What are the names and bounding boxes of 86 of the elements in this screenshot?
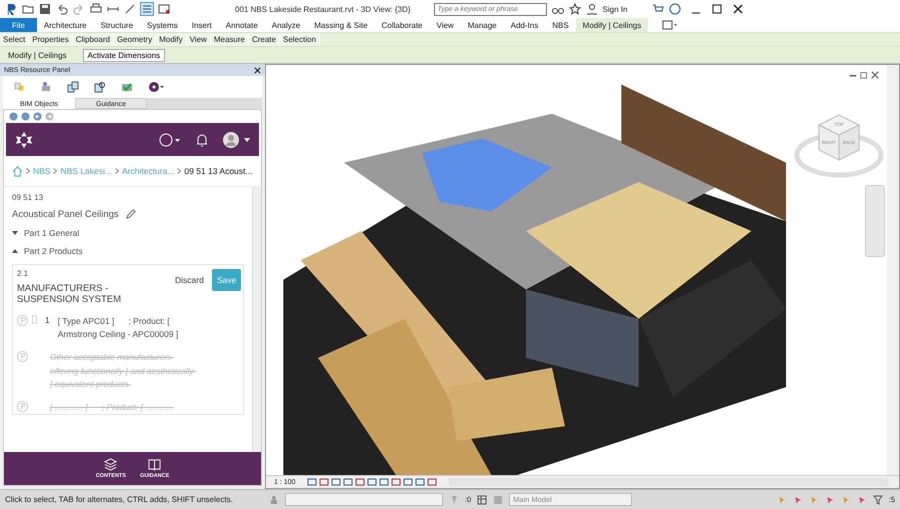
ribbon-tab[interactable]: Collaborate — [374, 18, 430, 32]
view-control-icon[interactable] — [367, 477, 378, 487]
selection-option-icon[interactable] — [856, 494, 867, 504]
magnifier-icon[interactable] — [94, 81, 106, 93]
discard-link[interactable]: Discard — [175, 275, 204, 285]
ribbon-tab[interactable]: Analyze — [264, 18, 308, 32]
objects-icon[interactable] — [40, 81, 52, 93]
open-folder-icon[interactable] — [22, 3, 34, 15]
ribbon-tab[interactable]: Structure — [94, 18, 140, 32]
selection-option-icon[interactable] — [824, 494, 835, 504]
ribbon-panel-label[interactable]: Create — [248, 33, 280, 46]
ribbon-tab[interactable]: Add-Ins — [504, 18, 546, 32]
ribbon-tab[interactable]: NBS — [545, 18, 576, 32]
avatar-icon[interactable] — [223, 132, 253, 148]
ribbon-tab[interactable]: Systems — [140, 18, 185, 32]
activate-dimensions-button[interactable]: Activate Dimensions — [82, 48, 166, 62]
bell-icon[interactable] — [195, 132, 209, 146]
view-control-icon[interactable] — [415, 477, 426, 487]
chevron-icon — [26, 168, 30, 174]
chevron-icon — [53, 168, 58, 174]
copy-icon[interactable] — [67, 81, 79, 93]
view-control-icon[interactable] — [379, 477, 390, 487]
view-control-icon[interactable] — [355, 477, 366, 487]
restore-icon[interactable] — [860, 71, 868, 79]
ribbon-panel-label[interactable]: Select — [0, 33, 30, 46]
caret-icon[interactable] — [12, 231, 18, 235]
pencil-icon[interactable] — [124, 209, 136, 220]
maximize-icon[interactable] — [711, 3, 724, 15]
view-control-icon[interactable] — [319, 477, 330, 487]
sign-in-link[interactable]: Sign In — [602, 4, 628, 14]
clause-text[interactable]: [ Type APC01 ] ; Product: [ Armstrong Ceiling - APC00009 ] — [58, 315, 203, 342]
checkmark-icon[interactable] — [121, 81, 133, 93]
close-icon[interactable] — [254, 66, 261, 74]
star-icon[interactable] — [568, 3, 580, 15]
thin-lines-icon[interactable] — [141, 3, 153, 15]
context-label: Modify | Ceilings — [8, 50, 67, 60]
status-message: Click to select, TAB for alternates, CTRL adds, SHIFT unselects. — [5, 495, 233, 504]
ribbon-panel-label[interactable]: Selection — [280, 33, 320, 46]
ribbon-panel-label[interactable]: Geometry — [114, 33, 156, 46]
ribbon-tab[interactable]: Architecture — [36, 18, 94, 32]
ribbon-panel-label[interactable]: Measure — [210, 33, 249, 46]
selection-option-icon[interactable] — [792, 494, 803, 504]
part-heading[interactable]: Part 1 General — [24, 228, 80, 238]
ribbon-tab[interactable]: Manage — [460, 18, 504, 32]
section-code: 09 51 13 — [12, 193, 44, 202]
item-number: 1 — [45, 315, 50, 325]
close-icon[interactable] — [732, 3, 744, 15]
ribbon-panel-label[interactable]: Clipboard — [72, 33, 114, 46]
chevron-icon — [177, 168, 182, 174]
clause-number: 2.1 — [17, 269, 30, 278]
ribbon-panel-label[interactable]: Properties — [29, 33, 73, 46]
panel-toggle-icon[interactable] — [662, 20, 678, 30]
ribbon-tab[interactable]: File — [0, 18, 37, 32]
view-control-icon[interactable] — [331, 477, 342, 487]
chevron-icon — [114, 168, 119, 174]
view-control-icon[interactable] — [307, 477, 318, 487]
part-heading[interactable]: Part 2 Products — [24, 246, 83, 256]
logo-icon[interactable] — [15, 130, 33, 148]
view-control-icon[interactable] — [403, 477, 414, 487]
book-icon — [148, 458, 162, 471]
save-icon[interactable] — [39, 3, 51, 15]
ribbon-tab[interactable]: Modify | Ceilings — [576, 18, 648, 32]
view-control-icon[interactable] — [343, 477, 354, 487]
user-icon — [586, 3, 598, 15]
ribbon-tab[interactable]: Annotate — [218, 18, 265, 32]
table-icon[interactable] — [477, 494, 488, 504]
view-control-icon[interactable] — [427, 477, 438, 487]
ribbon-tab[interactable]: Insert — [184, 18, 219, 32]
section-title: Acoustical Panel Ceilings — [12, 209, 119, 220]
undo-icon[interactable] — [56, 3, 68, 15]
window-icon[interactable] — [158, 3, 170, 15]
back-icon[interactable] — [33, 112, 42, 121]
ribbon-panel-label[interactable]: Modify — [156, 33, 187, 46]
app-logo-icon[interactable] — [6, 2, 17, 16]
window-title: 001 NBS Lakeside Restaurant.rvt - 3D View: {3D} — [235, 4, 410, 14]
clause-title: MANUFACTURERS - SUSPENSION SYSTEM — [17, 283, 122, 305]
ribbon-tab[interactable]: View — [430, 18, 461, 32]
ribbon-tab[interactable]: Massing & Site — [307, 18, 375, 32]
caret-icon[interactable] — [12, 249, 18, 253]
ribbon-panel-label[interactable]: View — [186, 33, 211, 46]
filter-icon[interactable] — [872, 494, 883, 504]
print-icon[interactable] — [90, 3, 102, 15]
scrollbar[interactable] — [887, 65, 899, 475]
breadcrumb-item: 09 51 13 Acoust... — [184, 166, 252, 176]
scrollbar[interactable] — [252, 187, 261, 452]
view-control-icon[interactable] — [391, 477, 402, 487]
